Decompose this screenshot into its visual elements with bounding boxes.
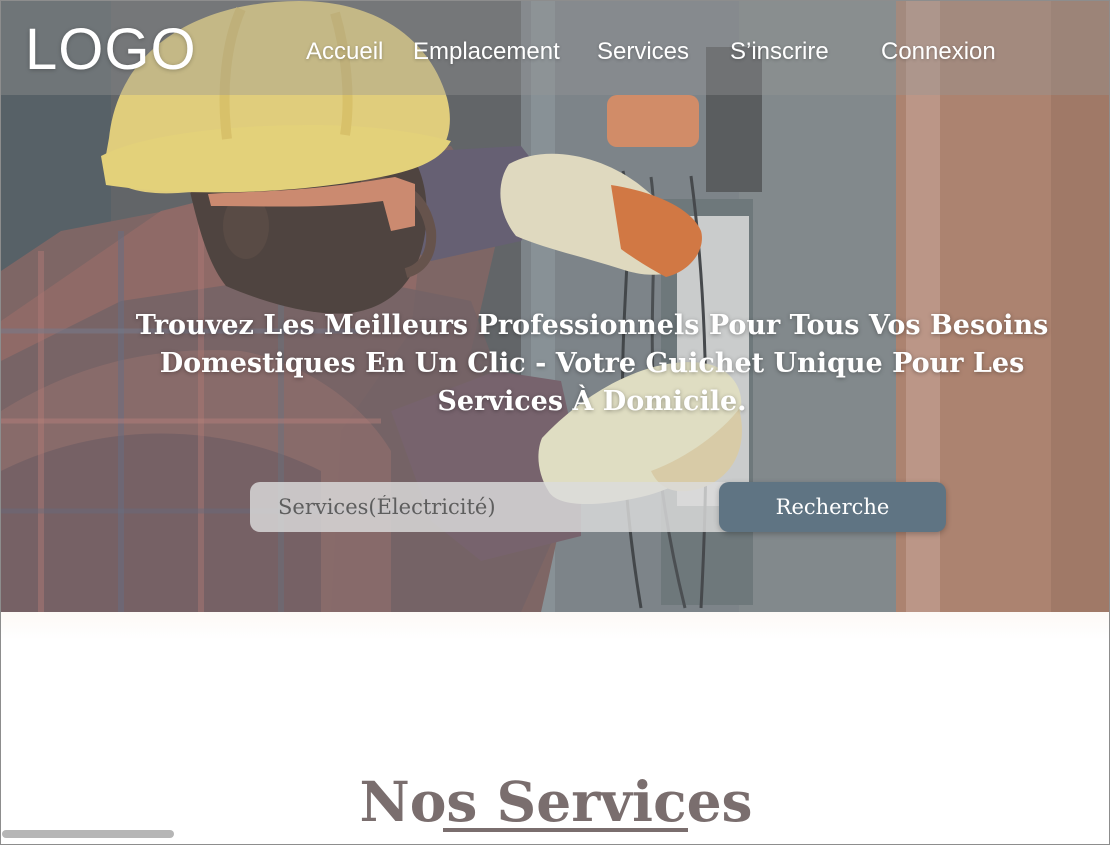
nav-item-connexion[interactable]: Connexion [881,37,996,67]
top-navigation: LOGO Accueil Emplacement Services S’insc… [1,1,1109,95]
nav-item-emplacement[interactable]: Emplacement [413,37,560,67]
page: LOGO Accueil Emplacement Services S’insc… [0,0,1110,845]
search-bar: Recherche [250,482,946,532]
hero-section: LOGO Accueil Emplacement Services S’insc… [1,1,1109,612]
service-search-input[interactable] [250,482,739,532]
nav-item-accueil[interactable]: Accueil [306,37,383,67]
nav-item-services[interactable]: Services [597,37,689,67]
logo[interactable]: LOGO [25,15,197,85]
section-divider [443,828,688,832]
nav-item-sinscrire[interactable]: S’inscrire [730,37,829,67]
search-button[interactable]: Recherche [719,482,946,532]
horizontal-scrollbar-thumb[interactable] [2,830,174,838]
section-transition [1,612,1109,640]
hero-title: Trouvez Les Meilleurs Professionnels Pou… [135,310,1049,418]
services-section-title: Nos Services [359,768,753,834]
